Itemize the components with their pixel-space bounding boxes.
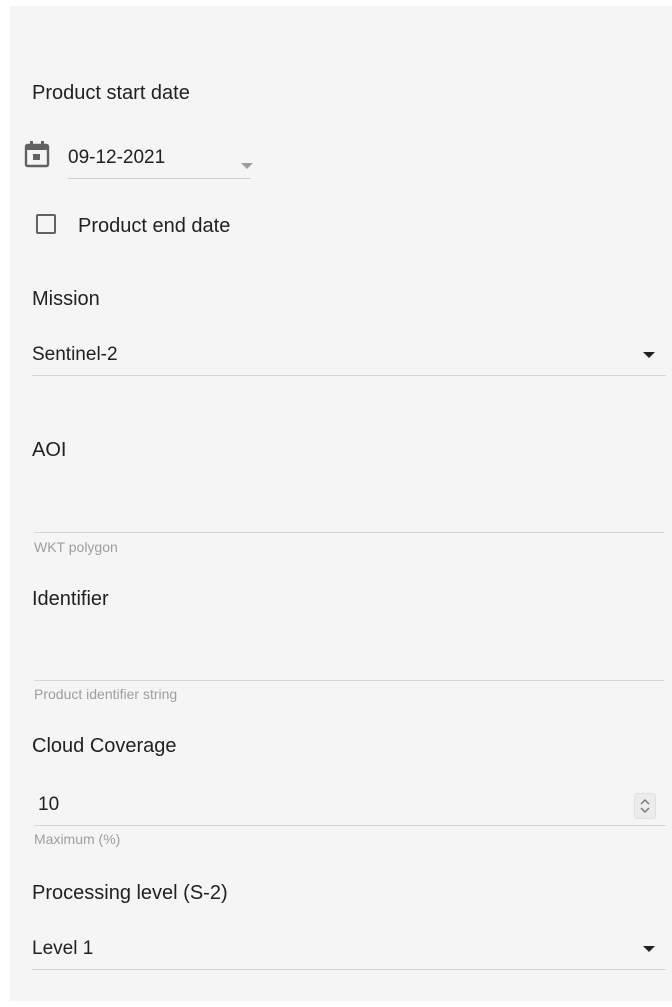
processing-level-select[interactable]: Level 1 bbox=[32, 938, 93, 960]
end-date-checkbox[interactable] bbox=[36, 214, 56, 234]
calendar-icon[interactable] bbox=[24, 140, 50, 168]
aoi-underline bbox=[34, 532, 664, 533]
start-date-label: Product start date bbox=[32, 82, 190, 104]
mission-underline bbox=[32, 375, 666, 376]
chevron-down-icon[interactable] bbox=[241, 163, 253, 169]
start-date-input[interactable]: 09-12-2021 bbox=[68, 147, 165, 169]
identifier-hint: Product identifier string bbox=[34, 686, 178, 702]
cloud-coverage-input[interactable]: 10 bbox=[38, 794, 59, 816]
cloud-coverage-underline bbox=[34, 825, 666, 826]
processing-level-dropdown-icon[interactable] bbox=[643, 946, 655, 952]
cloud-coverage-hint: Maximum (%) bbox=[34, 831, 121, 847]
identifier-input[interactable] bbox=[34, 642, 664, 678]
spinner-arrows-icon[interactable] bbox=[634, 793, 656, 819]
start-date-underline bbox=[68, 178, 251, 179]
identifier-underline bbox=[34, 680, 664, 681]
processing-level-underline bbox=[32, 969, 666, 970]
processing-level-label: Processing level (S-2) bbox=[32, 882, 228, 904]
search-form-panel: Product start date 09-12-2021 Product en… bbox=[10, 6, 672, 1001]
identifier-label: Identifier bbox=[32, 588, 109, 610]
aoi-hint: WKT polygon bbox=[34, 539, 118, 555]
aoi-input[interactable] bbox=[34, 494, 664, 530]
cloud-coverage-label: Cloud Coverage bbox=[32, 735, 177, 757]
end-date-label[interactable]: Product end date bbox=[78, 215, 230, 238]
mission-dropdown-icon[interactable] bbox=[643, 352, 655, 358]
mission-select[interactable]: Sentinel-2 bbox=[32, 344, 118, 366]
mission-label: Mission bbox=[32, 288, 100, 310]
aoi-label: AOI bbox=[32, 439, 67, 461]
